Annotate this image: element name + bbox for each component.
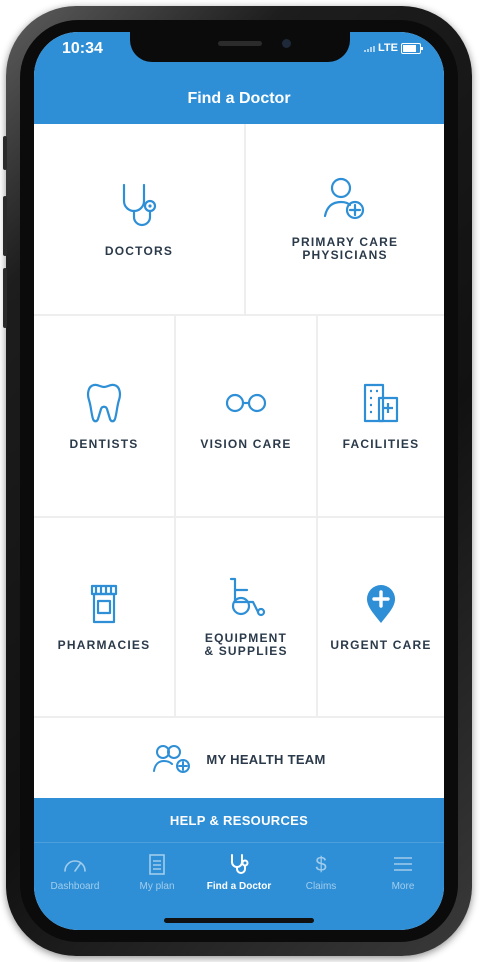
mute-switch — [3, 136, 7, 170]
user-plus-icon — [323, 177, 365, 220]
tooth-icon — [86, 383, 122, 422]
tile-equipment-label: EQUIPMENT & SUPPLIES — [204, 631, 288, 658]
tile-pharmacies[interactable]: PHARMACIES — [34, 518, 174, 716]
svg-text:$: $ — [315, 854, 326, 875]
tab-more[interactable]: More — [362, 853, 444, 903]
pill-bottle-icon — [90, 584, 118, 623]
tile-vision-care[interactable]: VISION CARE — [176, 316, 316, 516]
tile-facilities[interactable]: FACILITIES — [318, 316, 444, 516]
tile-doctors[interactable]: DOCTORS — [34, 124, 244, 314]
tab-find-a-doctor[interactable]: Find a Doctor — [198, 853, 280, 903]
wheelchair-icon — [229, 577, 266, 617]
page-title: Find a Doctor — [187, 90, 291, 107]
app-header: 10:34 LTE Find a Doctor — [34, 32, 444, 124]
tile-urgent-care[interactable]: URGENT CARE — [318, 518, 444, 716]
battery-icon — [401, 43, 423, 54]
tile-my-health-team[interactable]: MY HEALTH TEAM — [34, 718, 444, 800]
tile-dentists[interactable]: DENTISTS — [34, 316, 174, 516]
network-type: LTE — [378, 42, 398, 54]
signal-icon — [364, 46, 375, 52]
tab-more-label: More — [391, 881, 415, 892]
help-resources-button[interactable]: HELP & RESOURCES — [34, 798, 444, 842]
phone-screen: 10:34 LTE Find a Doctor DOCTORS PRIMARY … — [34, 32, 444, 930]
home-indicator[interactable] — [164, 918, 314, 923]
tab-dashboard[interactable]: Dashboard — [34, 853, 116, 903]
tile-pharmacies-label: PHARMACIES — [57, 637, 151, 652]
stethoscope-icon — [122, 183, 157, 226]
status-time: 10:34 — [62, 40, 103, 57]
glasses-icon — [225, 393, 267, 412]
tile-doctors-label: DOCTORS — [104, 243, 174, 258]
tile-dentists-label: DENTISTS — [69, 436, 139, 451]
tab-find-a-doctor-label: Find a Doctor — [206, 881, 272, 892]
tab-dashboard-label: Dashboard — [50, 881, 100, 892]
tile-facilities-label: FACILITIES — [342, 436, 420, 451]
clipboard-icon — [149, 854, 165, 875]
tab-claims-label: Claims — [305, 881, 337, 892]
tile-my-health-team-label: MY HEALTH TEAM — [206, 751, 326, 767]
tile-primary-care[interactable]: PRIMARY CARE PHYSICIANS — [246, 124, 444, 314]
hospital-building-icon — [363, 383, 399, 422]
speaker-grille — [218, 41, 262, 46]
tile-vision-care-label: VISION CARE — [200, 436, 292, 451]
volume-up-button — [3, 196, 7, 256]
front-camera — [282, 39, 291, 48]
tab-claims[interactable]: $ Claims — [280, 853, 362, 903]
tab-my-plan[interactable]: My plan — [116, 853, 198, 903]
tile-urgent-care-label: URGENT CARE — [330, 637, 432, 652]
stethoscope-icon — [231, 854, 249, 874]
tile-equipment-supplies[interactable]: EQUIPMENT & SUPPLIES — [176, 518, 316, 716]
phone-notch — [130, 32, 350, 62]
team-plus-icon — [153, 745, 191, 773]
gauge-icon — [64, 860, 86, 872]
category-grid: DOCTORS PRIMARY CARE PHYSICIANS DENTISTS — [34, 124, 444, 800]
bottom-tab-bar: Dashboard My plan Find a Doctor $ Claims… — [34, 842, 444, 930]
tile-primary-care-label: PRIMARY CARE PHYSICIANS — [291, 235, 399, 262]
dollar-icon: $ — [315, 854, 326, 875]
menu-icon — [394, 857, 412, 871]
volume-down-button — [3, 268, 7, 328]
tab-my-plan-label: My plan — [139, 881, 175, 892]
medical-pin-icon — [367, 584, 395, 623]
